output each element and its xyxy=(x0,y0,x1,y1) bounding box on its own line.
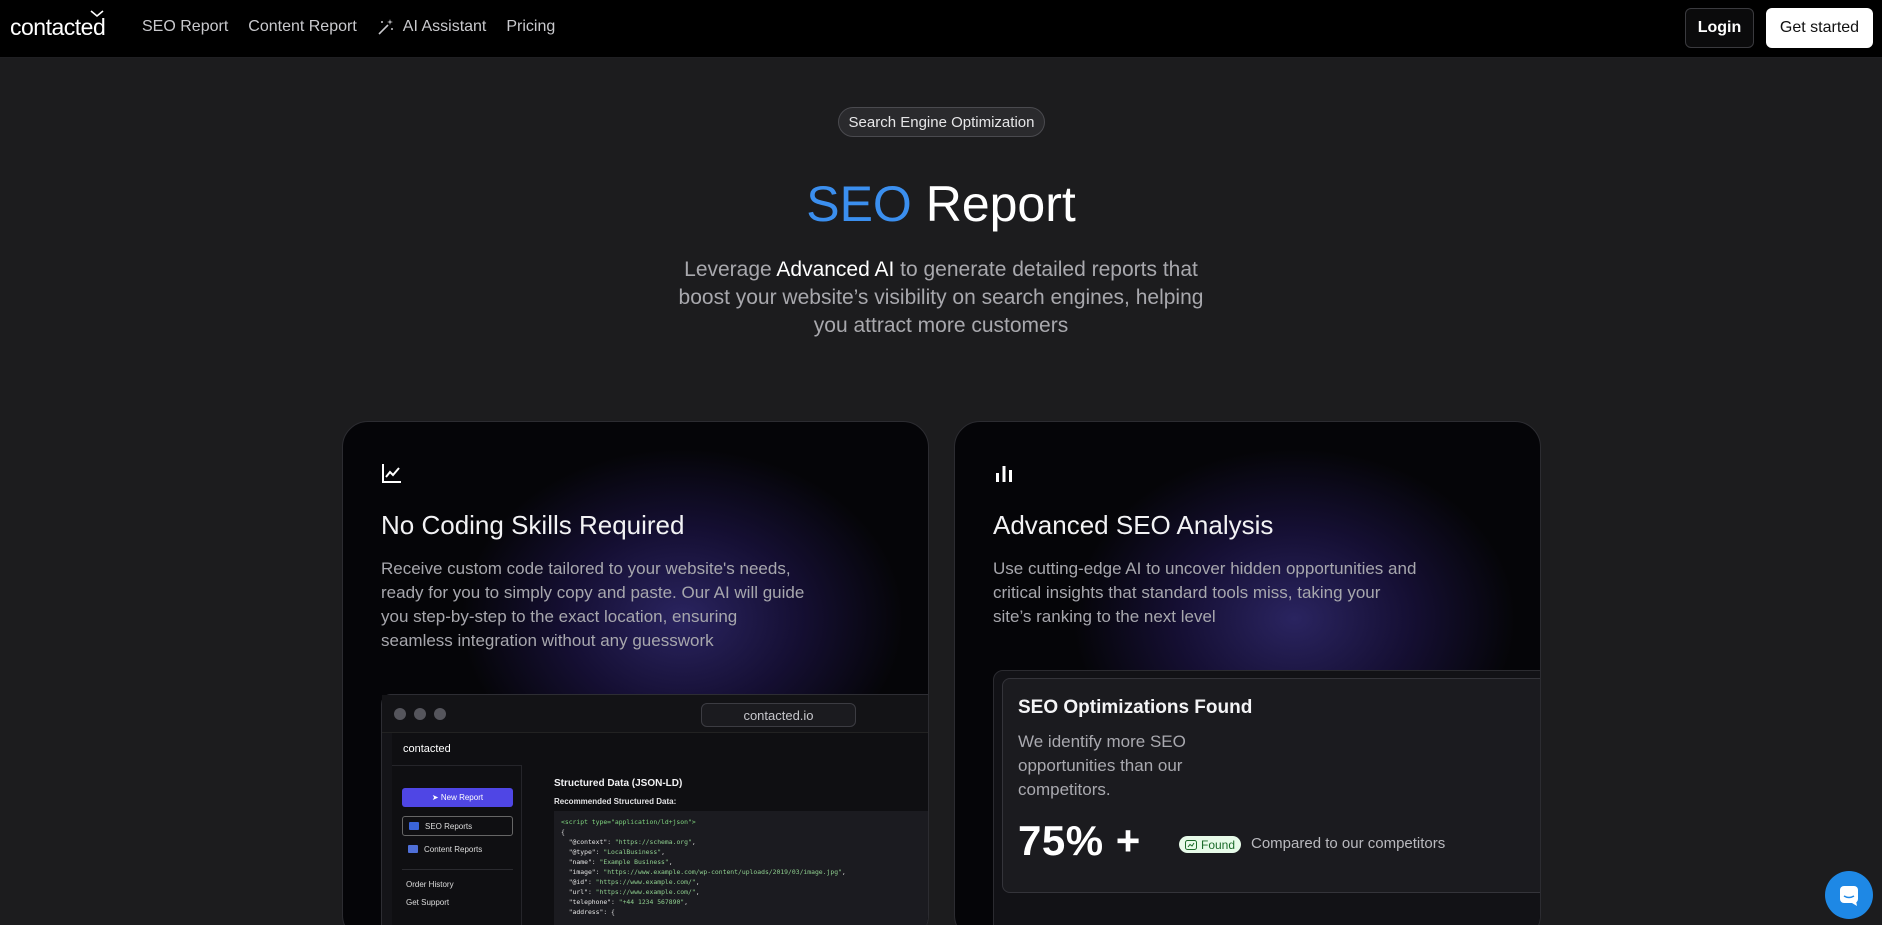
chat-launcher-button[interactable] xyxy=(1825,871,1873,919)
compare-text: Compared to our competitors xyxy=(1251,835,1446,852)
badge-label: Found xyxy=(1201,837,1236,852)
card-title: Advanced SEO Analysis xyxy=(993,510,1274,540)
hero-subtitle: Leverage Advanced AI to generate detaile… xyxy=(666,256,1216,340)
feature-card-no-coding: No Coding Skills Required Receive custom… xyxy=(342,421,929,925)
mockup-sidebar: ➤ New Report SEO Reports Content Reports… xyxy=(392,765,522,925)
rocket-icon: ➤ xyxy=(431,793,441,802)
optimizations-text: We identify more SEO opportunities than … xyxy=(1018,732,1186,799)
mockup-app: contacted ➤ New Report SEO Reports Conte… xyxy=(392,733,928,925)
seo-report-icon xyxy=(409,822,419,830)
optimizations-card: SEO Optimizations Found We identify more… xyxy=(1002,678,1540,893)
new-report-label: New Report xyxy=(440,793,484,802)
mockup-item-seo-reports: SEO Reports xyxy=(402,816,513,836)
title-rest: Report xyxy=(911,176,1076,232)
chat-icon xyxy=(1840,886,1858,906)
category-pill: Search Engine Optimization xyxy=(838,107,1045,137)
logo[interactable]: contacted xyxy=(10,10,106,41)
nav-link-label: AI Assistant xyxy=(402,18,487,35)
code-snippet: <script type="application/ld+json"> { "@… xyxy=(554,811,928,925)
item-label: SEO Reports xyxy=(425,821,473,831)
mockup-link-order-history: Order History xyxy=(406,880,454,889)
mockup-new-report-button: ➤ New Report xyxy=(402,788,513,807)
mockup-subheading: Recommended Structured Data: xyxy=(554,797,677,806)
browser-bar: contacted.io xyxy=(382,695,928,733)
item-label: Content Reports xyxy=(424,844,483,854)
nav-link-label: Pricing xyxy=(506,18,556,35)
title-accent: SEO xyxy=(806,176,912,232)
nav-link-label: Content Report xyxy=(248,18,357,35)
mockup-heading: Structured Data (JSON-LD) xyxy=(554,778,683,789)
card-title: No Coding Skills Required xyxy=(381,510,685,540)
card-description: Use cutting-edge AI to uncover hidden op… xyxy=(993,559,1417,626)
mockup-item-content-reports: Content Reports xyxy=(402,839,513,859)
mockup-link-get-support: Get Support xyxy=(406,898,450,907)
stat-value: 75% + xyxy=(1018,817,1141,864)
logo-check-icon xyxy=(90,10,104,18)
subtitle-pre: Leverage xyxy=(684,258,777,281)
divider xyxy=(402,869,513,870)
nav-content-report[interactable]: Content Report xyxy=(248,18,357,36)
nav-seo-report[interactable]: SEO Report xyxy=(142,18,228,36)
bar-chart-icon xyxy=(996,466,1012,482)
mockup-logo: contacted xyxy=(403,743,451,755)
nav-pricing[interactable]: Pricing xyxy=(506,18,555,36)
page-title: SEO Report xyxy=(0,175,1882,233)
document-icon xyxy=(408,845,418,853)
url-bar: contacted.io xyxy=(701,703,856,727)
feature-card-seo-analysis: Advanced SEO Analysis Use cutting-edge A… xyxy=(954,421,1541,925)
line-chart-icon xyxy=(382,464,401,483)
chart-badge-icon xyxy=(1185,839,1197,850)
window-dot-icon xyxy=(434,708,446,720)
card-description: Receive custom code tailored to your web… xyxy=(381,559,805,650)
browser-mockup: contacted.io contacted ➤ New Report SEO … xyxy=(381,694,928,925)
optimizations-title: SEO Optimizations Found xyxy=(1018,697,1253,718)
nav-ai-assistant[interactable]: AI Assistant xyxy=(377,18,487,36)
found-badge: Found xyxy=(1179,836,1242,853)
window-dot-icon xyxy=(414,708,426,720)
nav-link-label: SEO Report xyxy=(142,18,229,35)
window-dot-icon xyxy=(394,708,406,720)
top-nav: contacted SEO Report Content Report AI A… xyxy=(0,0,1882,58)
login-button[interactable]: Login xyxy=(1685,8,1754,48)
optimizations-panel: SEO Optimizations Found We identify more… xyxy=(993,670,1540,925)
subtitle-highlight: Advanced AI xyxy=(776,258,895,281)
get-started-button[interactable]: Get started xyxy=(1766,8,1873,48)
magic-wand-icon xyxy=(378,19,393,35)
